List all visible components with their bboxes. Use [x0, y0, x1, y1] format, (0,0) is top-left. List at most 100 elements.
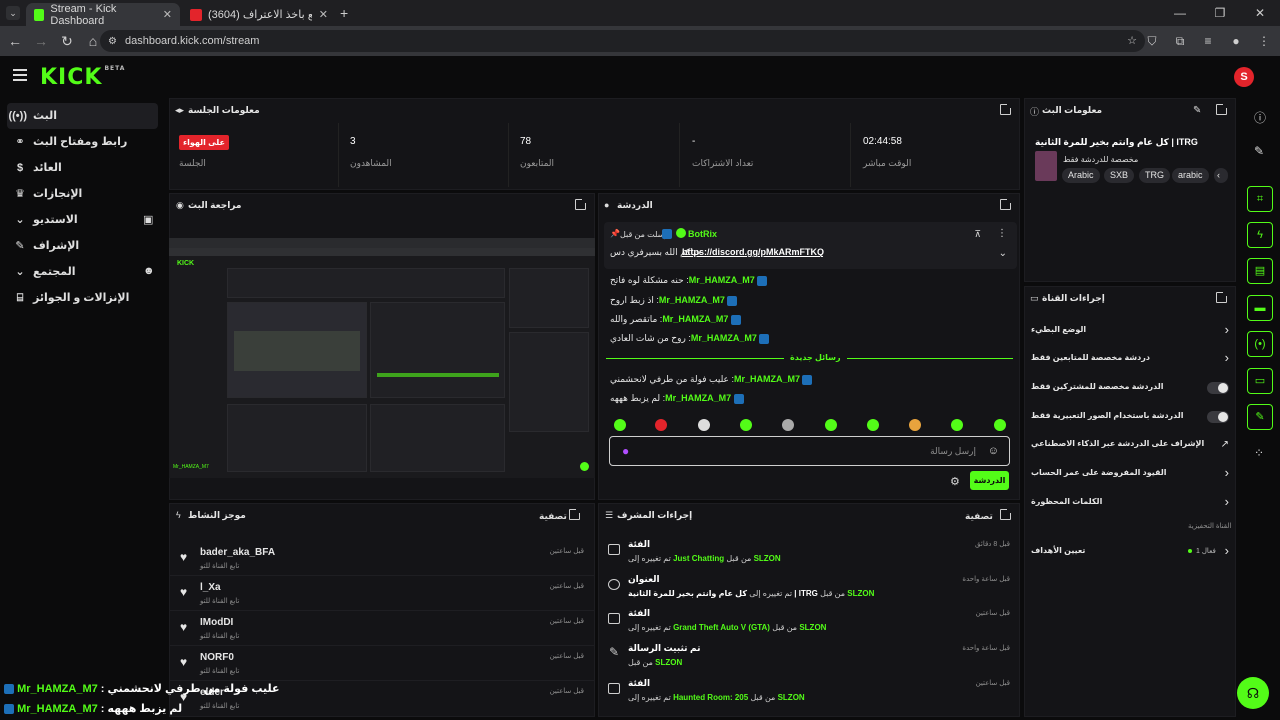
preview-block	[509, 268, 589, 328]
reload-icon[interactable]: ↻	[55, 33, 79, 50]
emote-icon[interactable]	[825, 419, 837, 431]
kick-logo[interactable]: KICK BETA	[40, 65, 125, 90]
microphone-icon[interactable]: ●	[622, 444, 629, 458]
close-tab-icon[interactable]: ✕	[163, 8, 172, 21]
chat-settings-icon[interactable]: ⚙	[950, 475, 960, 488]
address-bar[interactable]: ⚙ dashboard.kick.com/stream ☆	[100, 30, 1145, 52]
browser-menu-icon[interactable]: ⋮	[1254, 34, 1274, 48]
bookmark-star-icon[interactable]: ☆	[1127, 34, 1137, 47]
expand-icon[interactable]	[1000, 103, 1012, 115]
shield-extension-icon[interactable]: ⛉	[1142, 34, 1162, 49]
chevron-down-icon: ⌄	[15, 266, 25, 278]
sidebar-item-community[interactable]: ⌄ المجتمع ☻	[7, 259, 158, 285]
send-chat-button[interactable]: الدردشة	[970, 471, 1009, 490]
chat-icon: ●	[604, 200, 610, 210]
subscribers-only-toggle[interactable]	[1207, 382, 1229, 394]
close-tab-icon[interactable]: ✕	[319, 8, 328, 21]
extensions-icon[interactable]: ⧉	[1170, 34, 1190, 49]
profile-avatar[interactable]: ●	[1226, 34, 1246, 48]
setting-banned-words[interactable]: الكلمات المحظورة ›	[1028, 489, 1233, 517]
chat-bubble-icon[interactable]: ▬	[1247, 295, 1273, 321]
emoji-icon[interactable]: ☺	[988, 445, 999, 457]
expand-icon[interactable]	[1216, 291, 1228, 303]
emotes-only-toggle[interactable]	[1207, 411, 1229, 423]
emote-icon[interactable]	[740, 419, 752, 431]
expand-icon[interactable]	[569, 508, 581, 520]
tab-youtube[interactable]: (3604) اكثر واحد مقنع باخذ الاعتراف ✕	[182, 3, 336, 26]
preview-toolbar	[169, 248, 595, 256]
scan-icon[interactable]: ⌗	[1247, 186, 1273, 212]
emote-icon[interactable]	[867, 419, 879, 431]
media-controls-icon[interactable]: ≡	[1198, 34, 1218, 48]
unpin-icon[interactable]: ⊼	[974, 229, 981, 240]
stream-preview-video[interactable]: KICK Mr_HAMZA_M7	[169, 238, 595, 478]
mod-action-item: الفئة تم تغييره إلى Haunted Room: 205 من…	[600, 674, 1020, 709]
setting-ai-moderation[interactable]: الإشراف على الدردشة عبر الذكاء الاصطناعي…	[1028, 431, 1233, 459]
new-tab-icon[interactable]: +	[340, 5, 348, 21]
pinned-link[interactable]: https://discord.gg/pMkARmFTKQ	[682, 247, 824, 257]
setting-account-age[interactable]: القيود المفروضة على عمر الحساب ›	[1028, 460, 1233, 488]
window-icon[interactable]: ▭	[1247, 368, 1273, 394]
setting-slow-mode[interactable]: الوضع البطيء ›	[1028, 317, 1233, 345]
minimize-icon[interactable]: —	[1160, 0, 1200, 26]
subs-label: تعداد الاشتراكات	[692, 158, 754, 168]
chat-input[interactable]: ● إرسل رسالة ☺	[609, 436, 1010, 466]
sidebar-item-drops[interactable]: ⌸ الإنزالات و الجوائز	[7, 285, 158, 311]
sidebar-nav: ((•)) البث ⚭ رابط ومفتاح البث $ العائد ♛…	[0, 100, 165, 311]
subs-count: -	[692, 136, 696, 147]
edit-icon[interactable]: ✎	[1254, 144, 1264, 158]
apps-icon[interactable]: ⁘	[1254, 446, 1264, 460]
emote-icon[interactable]	[951, 419, 963, 431]
chevron-down-icon[interactable]: ⌄	[999, 248, 1007, 259]
pinned-user[interactable]: BotRix	[688, 229, 717, 239]
mod-action-item: العنوان تم تغييره إلى كل عام وانتم بخير …	[600, 570, 1020, 605]
expand-icon[interactable]	[1216, 103, 1228, 115]
emote-icon[interactable]	[614, 419, 626, 431]
tag-overflow: ‹	[1214, 168, 1228, 183]
emote-icon[interactable]	[909, 419, 921, 431]
filter-button[interactable]: تصفية	[965, 511, 993, 522]
mod-action-item: الفئة تم تغييره إلى Just Chatting من قبل…	[600, 535, 1020, 570]
sidebar-item-moderation[interactable]: ✎ الإشراف	[7, 233, 158, 259]
sidebar-item-revenue[interactable]: $ العائد	[7, 155, 158, 181]
user-avatar[interactable]: S	[1234, 67, 1254, 87]
more-options-icon[interactable]: ⋮	[997, 228, 1007, 239]
tab-kick-dashboard[interactable]: Stream - Kick Dashboard ✕	[26, 3, 180, 27]
emote-icon[interactable]	[655, 419, 667, 431]
chevron-down-icon: ⌄	[15, 214, 25, 226]
info-icon[interactable]: ⓘ	[1254, 109, 1266, 126]
emote-icon[interactable]	[698, 419, 710, 431]
expand-icon[interactable]	[1000, 198, 1012, 210]
emote-icon[interactable]	[994, 419, 1006, 431]
tab-search-icon[interactable]: ⌄	[6, 6, 20, 20]
expand-icon[interactable]	[575, 198, 587, 210]
emote-icon[interactable]	[782, 419, 794, 431]
divider	[679, 123, 680, 187]
setting-goals[interactable]: تعيين الأهداف فعال 1 ›	[1028, 538, 1233, 566]
goals-value: فعال 1	[1196, 548, 1216, 555]
lightning-icon[interactable]: ϟ	[1247, 222, 1273, 248]
sidebar-item-studio[interactable]: ⌄ الاستديو ▣	[7, 207, 158, 233]
site-info-icon[interactable]: ⚙	[108, 36, 117, 47]
stream-subtitle: مخصصة للدردشة فقط	[1063, 155, 1139, 164]
clipboard-icon[interactable]: ▤	[1247, 258, 1273, 284]
setting-followers-only[interactable]: دردشة مخصصة للمتابعين فقط ›	[1028, 345, 1233, 373]
close-window-icon[interactable]: ✕	[1240, 0, 1280, 26]
sidebar-item-achievements[interactable]: ♛ الإنجازات	[7, 181, 158, 207]
stream-title: كل عام وانتم بخير للمرة الثانية | ITRG	[1035, 137, 1198, 147]
wrench-icon[interactable]: ✎	[1247, 404, 1273, 430]
youtube-favicon-icon	[190, 8, 202, 21]
sidebar-item-stream[interactable]: ((•)) البث	[7, 103, 158, 129]
tag: SXB	[1104, 168, 1135, 183]
edit-icon[interactable]: ✎	[1193, 105, 1201, 116]
maximize-icon[interactable]: ❐	[1200, 0, 1240, 26]
support-icon[interactable]: ☊	[1237, 677, 1269, 709]
expand-icon[interactable]	[1000, 508, 1012, 520]
filter-button[interactable]: تصفية	[539, 511, 567, 522]
tag: Arabic	[1062, 168, 1100, 183]
menu-icon[interactable]	[13, 69, 27, 81]
sidebar-item-stream-key[interactable]: ⚭ رابط ومفتاح البث	[7, 129, 158, 155]
broadcast-icon[interactable]: (•)	[1247, 331, 1273, 357]
back-icon[interactable]: ←	[3, 33, 27, 49]
forward-icon[interactable]: →	[29, 33, 53, 49]
